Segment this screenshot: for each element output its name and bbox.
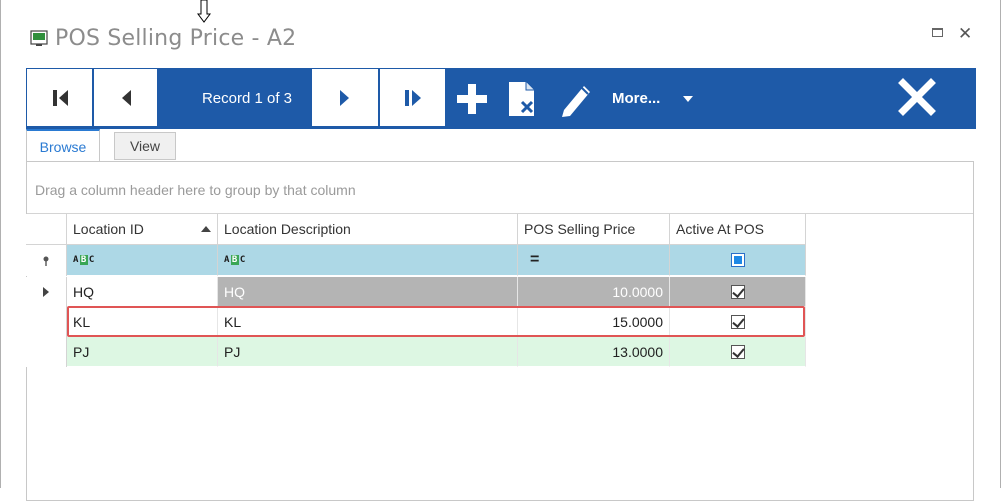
tab-browse[interactable]: Browse <box>26 129 100 162</box>
filter-active-at-pos[interactable] <box>670 245 806 276</box>
cell-location-id[interactable]: KL <box>67 307 218 337</box>
cell-location-description[interactable]: HQ <box>218 277 518 307</box>
edit-icon[interactable] <box>558 80 594 118</box>
cell-location-description[interactable]: PJ <box>218 337 518 367</box>
cell-pos-selling-price[interactable]: 13.0000 <box>518 337 670 367</box>
cell-pos-selling-price[interactable]: 10.0000 <box>518 277 670 307</box>
next-record-icon <box>340 89 349 106</box>
delete-icon[interactable] <box>506 80 540 120</box>
equals-filter-icon: = <box>530 251 540 268</box>
cell-location-description[interactable]: KL <box>218 307 518 337</box>
filter-pos-selling-price[interactable]: = <box>518 245 670 276</box>
window-titlebar: POS Selling Price - A2 <box>30 22 296 54</box>
chevron-down-icon[interactable] <box>683 96 693 102</box>
record-position-label: Record 1 of 3 <box>201 90 293 107</box>
active-checkbox[interactable] <box>730 344 745 359</box>
row-indicator-header <box>26 214 67 245</box>
row-indicator <box>26 337 67 367</box>
text-filter-icon: ABC <box>73 255 95 265</box>
app-icon <box>30 30 48 46</box>
window-title: POS Selling Price - A2 <box>55 25 297 51</box>
cell-active-at-pos[interactable] <box>670 277 806 307</box>
cell-location-id[interactable]: HQ <box>67 277 218 307</box>
filter-location-id[interactable]: ABC <box>67 245 218 276</box>
cell-location-id[interactable]: PJ <box>67 337 218 367</box>
row-indicator-current <box>26 277 67 307</box>
column-header-pos-selling-price[interactable]: POS Selling Price <box>518 214 670 245</box>
group-by-hint: Drag a column header here to group by th… <box>35 182 356 198</box>
current-row-icon <box>43 287 49 297</box>
more-menu-button[interactable]: More... <box>612 68 660 129</box>
cell-active-at-pos[interactable] <box>670 337 806 367</box>
close-icon[interactable]: ✕ <box>958 24 972 44</box>
previous-record-button[interactable] <box>93 68 158 127</box>
tab-view[interactable]: View <box>114 132 176 160</box>
add-icon[interactable] <box>454 82 490 116</box>
cell-pos-selling-price[interactable]: 15.0000 <box>518 307 670 337</box>
first-record-button[interactable] <box>26 68 93 127</box>
sort-ascending-icon <box>201 226 211 232</box>
filter-checkbox[interactable] <box>730 253 745 267</box>
column-header-label: Location ID <box>73 221 144 237</box>
column-header-location-id[interactable]: Location ID <box>67 214 218 245</box>
active-checkbox[interactable] <box>730 314 745 329</box>
window-border-left <box>0 0 1 488</box>
resize-cursor-icon <box>197 0 211 23</box>
first-record-icon <box>52 89 68 106</box>
filter-row-indicator <box>26 245 67 276</box>
column-header-location-description[interactable]: Location Description <box>218 214 518 245</box>
cell-active-at-pos[interactable] <box>670 307 806 337</box>
last-record-button[interactable] <box>379 68 446 127</box>
active-checkbox[interactable] <box>730 284 745 299</box>
record-toolbar: Record 1 of 3 More... <box>26 68 976 129</box>
filter-location-description[interactable]: ABC <box>218 245 518 276</box>
maximize-icon[interactable] <box>932 28 943 37</box>
column-header-active-at-pos[interactable]: Active At POS <box>670 214 806 245</box>
close-form-icon[interactable] <box>898 78 936 116</box>
filter-pin-icon <box>43 256 49 266</box>
row-indicator <box>26 307 67 337</box>
next-record-button[interactable] <box>311 68 379 127</box>
text-filter-icon: ABC <box>224 255 246 265</box>
last-record-icon <box>404 89 421 106</box>
prev-record-icon <box>121 89 131 106</box>
